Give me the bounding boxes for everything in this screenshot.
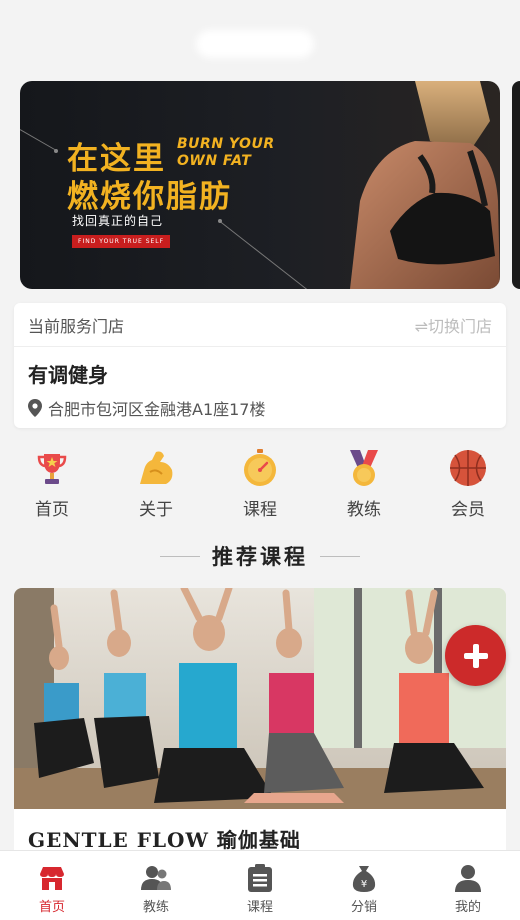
tab-home[interactable]: 首页 — [0, 851, 104, 920]
tab-distribution-label: 分销 — [350, 900, 377, 915]
tab-home-label: 首页 — [38, 900, 65, 915]
course-title: GENTLE FLOW 瑜伽基础 — [28, 828, 301, 852]
next-banner-peek[interactable] — [512, 81, 520, 289]
store-address: 合肥市包河区金融港A1座17楼 — [28, 396, 266, 420]
tab-mine[interactable]: 我的 — [416, 851, 520, 920]
stopwatch-icon — [238, 446, 282, 490]
store-address-text: 合肥市包河区金融港A1座17楼 — [48, 400, 266, 419]
store-card: 当前服务门店 ⇌切换门店 有调健身 合肥市包河区金融港A1座17楼 — [14, 303, 506, 428]
bottom-tab-bar: 首页 教练 课程 ¥ 分销 我的 — [0, 850, 520, 920]
quick-nav-about[interactable]: 关于 — [104, 446, 208, 520]
basketball-icon — [446, 446, 490, 490]
banner-english-line2: OWN FAT — [177, 153, 252, 169]
course-image — [14, 588, 506, 809]
quick-nav: 首页 关于 课程 教练 会员 — [0, 446, 520, 520]
money-bag-icon: ¥ — [349, 863, 379, 893]
blurred-header-text — [196, 30, 314, 58]
course-card[interactable]: GENTLE FLOW 瑜伽基础 — [14, 588, 506, 868]
promo-banner[interactable]: 在这里 燃烧你脂肪 BURN YOUR OWN FAT 找回真正的自己 FIND… — [20, 81, 500, 289]
banner-english-line1: BURN YOUR — [177, 136, 275, 152]
plus-icon — [463, 643, 488, 668]
recommended-courses-heading: 推荐课程 — [0, 540, 520, 572]
quick-nav-members-label: 会员 — [451, 500, 485, 520]
quick-nav-coaches[interactable]: 教练 — [312, 446, 416, 520]
banner-tag: FIND YOUR TRUE SELF — [72, 235, 171, 248]
clipboard-icon — [245, 863, 275, 893]
banner-headline-line2: 燃烧你脂肪 — [67, 179, 232, 215]
tab-mine-label: 我的 — [454, 900, 481, 915]
tab-coaches-label: 教练 — [142, 900, 169, 915]
users-icon — [141, 863, 171, 893]
banner-subtitle: 找回真正的自己 — [72, 214, 164, 228]
athlete-illustration — [350, 81, 500, 289]
add-fab-button[interactable] — [445, 625, 506, 686]
svg-text:¥: ¥ — [361, 879, 367, 890]
flexed-arm-icon — [134, 446, 178, 490]
tab-courses-label: 课程 — [246, 900, 273, 915]
section-title: 推荐课程 — [212, 545, 308, 569]
quick-nav-home-label: 首页 — [35, 500, 69, 520]
app-page: 在这里 燃烧你脂肪 BURN YOUR OWN FAT 找回真正的自己 FIND… — [0, 0, 520, 920]
quick-nav-courses-label: 课程 — [243, 500, 277, 520]
location-pin-icon — [28, 399, 42, 417]
medal-icon — [342, 446, 386, 490]
quick-nav-coaches-label: 教练 — [347, 500, 381, 520]
store-card-header: 当前服务门店 ⇌切换门店 — [14, 303, 506, 347]
store-label: 当前服务门店 — [28, 316, 125, 336]
store-name: 有调健身 — [28, 363, 108, 387]
store-icon — [37, 863, 67, 893]
switch-store-button[interactable]: ⇌切换门店 — [415, 313, 492, 337]
heading-rule-left — [160, 555, 200, 557]
quick-nav-courses[interactable]: 课程 — [208, 446, 312, 520]
quick-nav-members[interactable]: 会员 — [416, 446, 520, 520]
tab-distribution[interactable]: ¥ 分销 — [312, 851, 416, 920]
trophy-icon — [30, 446, 74, 490]
tab-coaches[interactable]: 教练 — [104, 851, 208, 920]
person-icon — [453, 863, 483, 893]
quick-nav-home[interactable]: 首页 — [0, 446, 104, 520]
heading-rule-right — [320, 555, 360, 557]
tab-courses[interactable]: 课程 — [208, 851, 312, 920]
quick-nav-about-label: 关于 — [139, 500, 173, 520]
